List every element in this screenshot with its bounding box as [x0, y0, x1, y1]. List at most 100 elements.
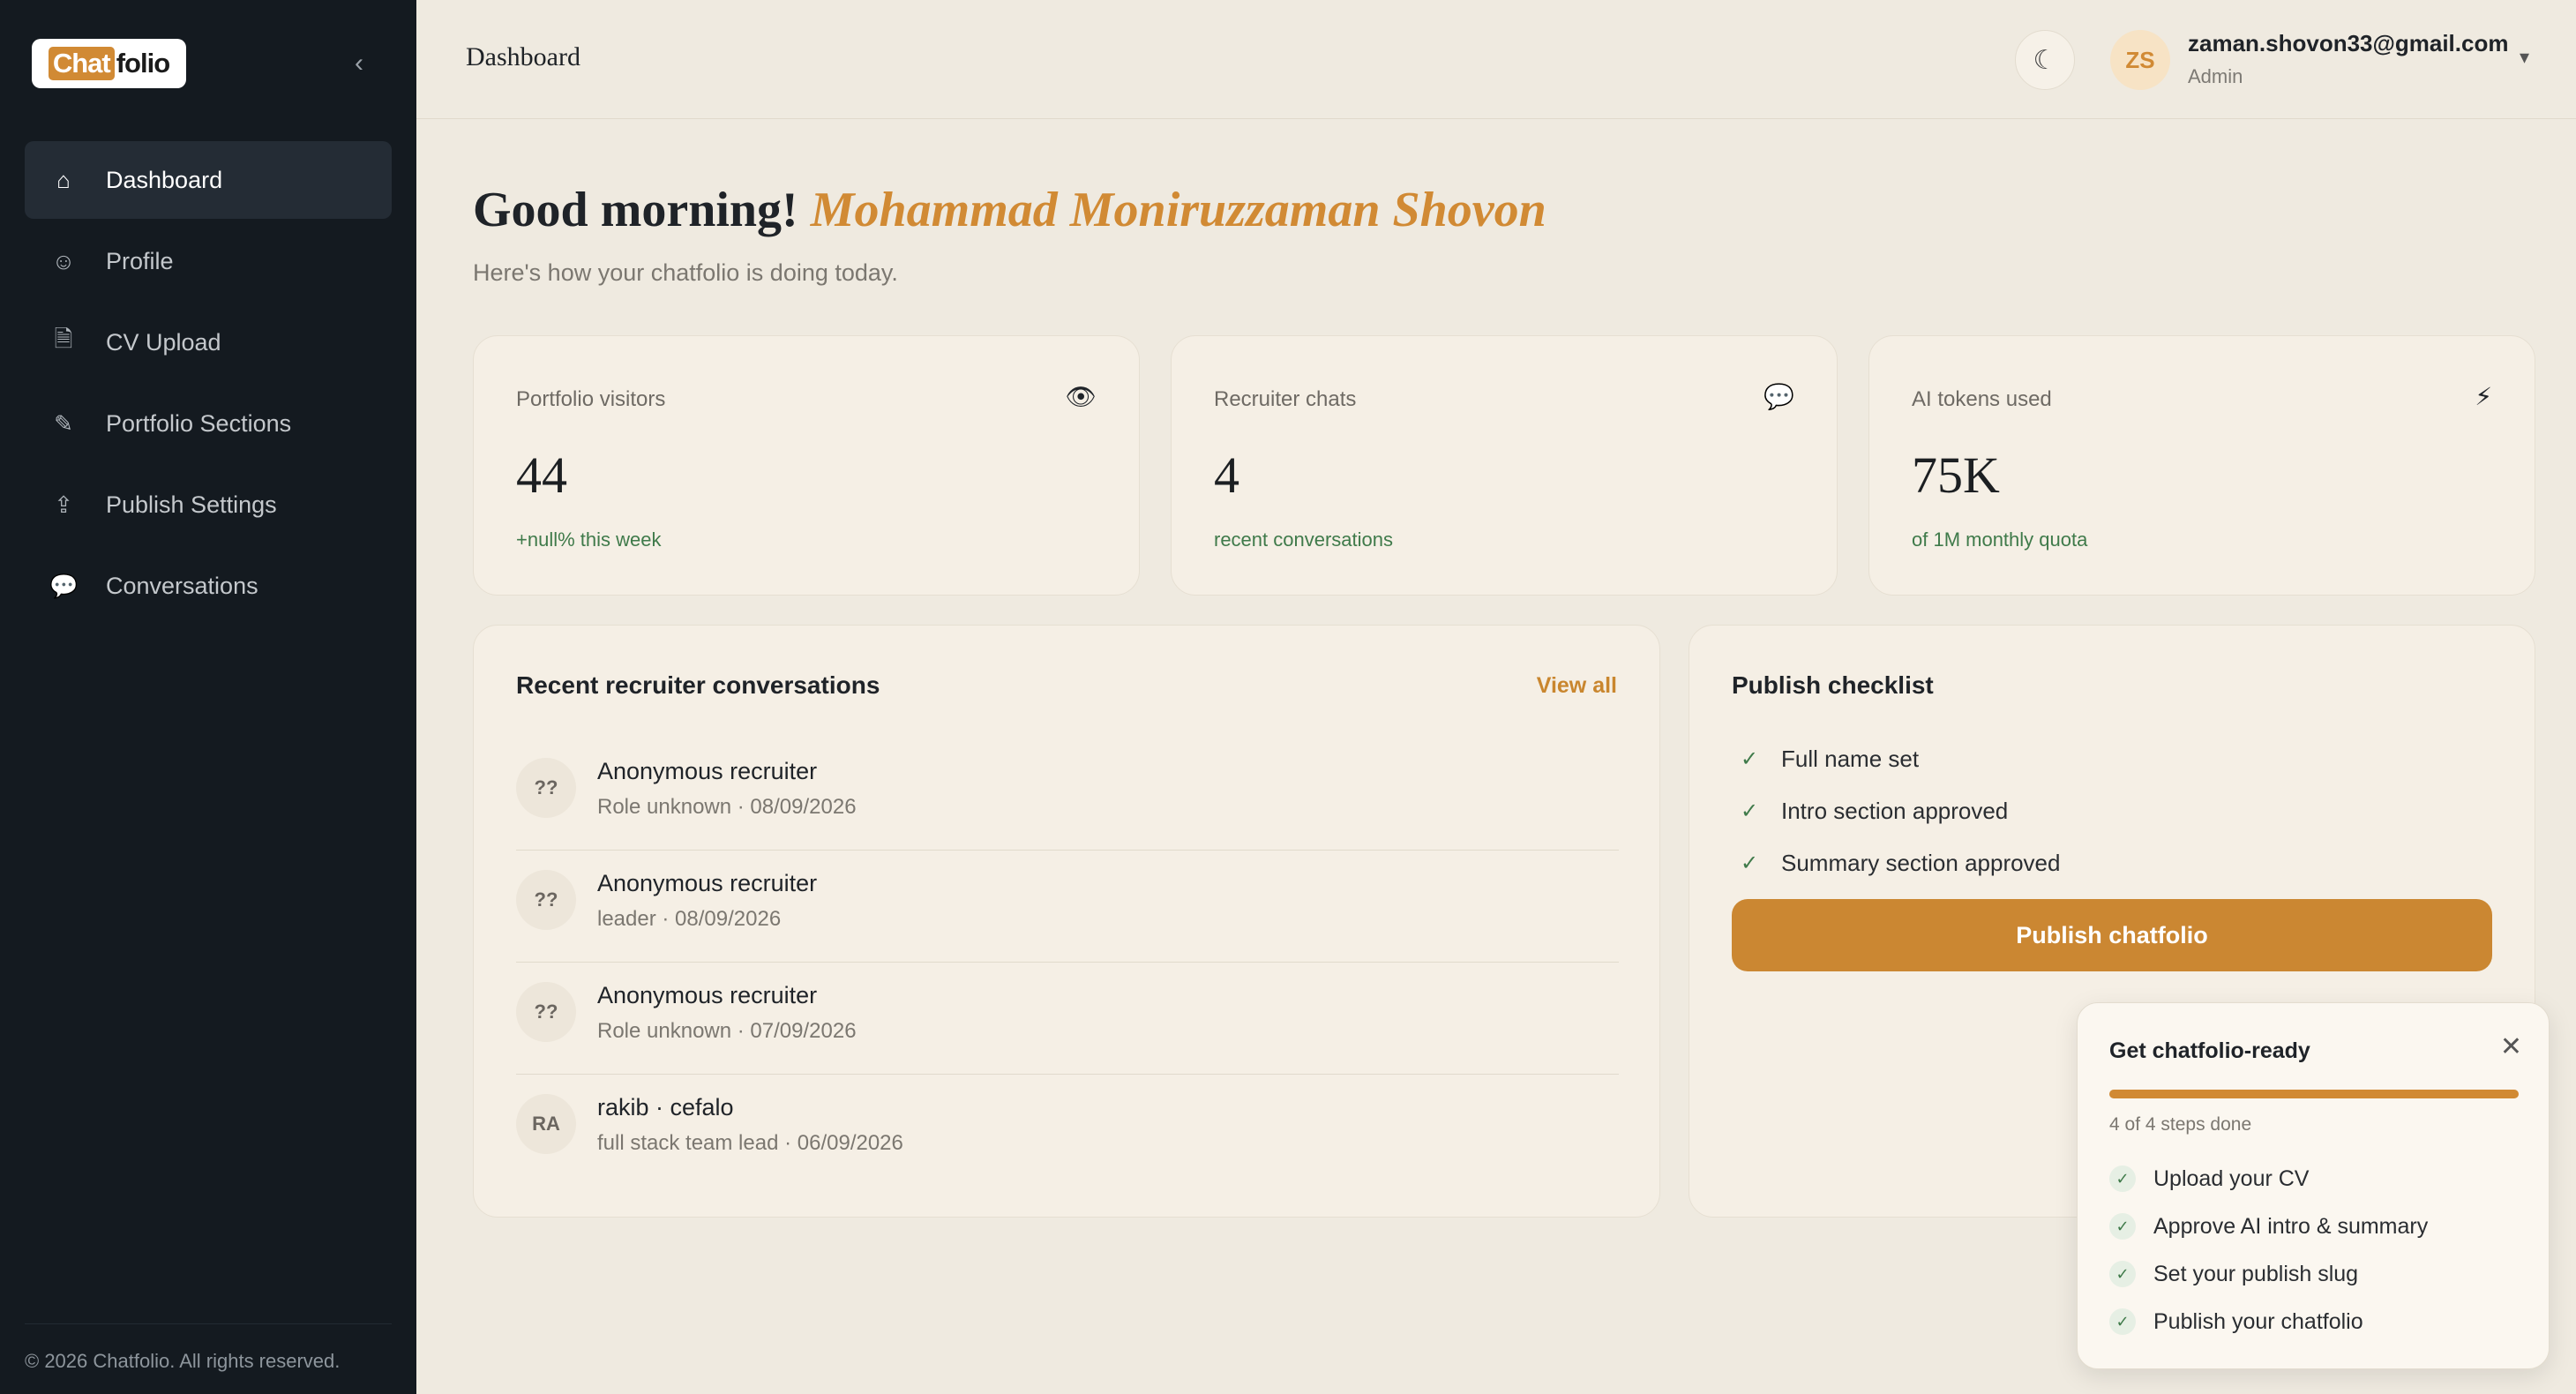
sidebar-item-profile[interactable]: ☺ Profile	[25, 222, 392, 300]
copyright-text: © 2026 Chatfolio. All rights reserved.	[25, 1350, 341, 1372]
check-icon: ✓	[2109, 1308, 2136, 1335]
list-item[interactable]: ?? Anonymous recruiter Role unknown · 07…	[516, 963, 1619, 1075]
stat-subtext: recent conversations	[1214, 528, 1393, 551]
eye-icon: 👁	[1065, 383, 1097, 410]
checklist-item: ✓ Summary section approved	[1732, 837, 2060, 889]
widget-title: Get chatfolio-ready	[2109, 1038, 2310, 1063]
sidebar-divider	[25, 1323, 392, 1324]
speech-bubble-icon: 💬	[49, 572, 79, 599]
sidebar-nav: ⌂ Dashboard ☺ Profile 🗎 CV Upload ✎ Port…	[25, 141, 392, 628]
stat-value: 4	[1214, 446, 1239, 504]
home-icon: ⌂	[56, 166, 71, 193]
check-icon: ✓	[2109, 1261, 2136, 1287]
sidebar-item-label: Conversations	[106, 572, 258, 599]
document-icon: 🗎	[54, 326, 73, 352]
smile-icon: ☺	[51, 247, 76, 274]
collapse-sidebar-button[interactable]: ‹	[344, 46, 374, 81]
speech-bubble-icon: 💬	[1764, 383, 1794, 410]
stat-label: AI tokens used	[1912, 387, 2052, 411]
list-item[interactable]: RA rakib · cefalo full stack team lead ·…	[516, 1075, 1619, 1187]
sidebar-item-conversations[interactable]: 💬 Conversations	[25, 547, 392, 625]
stat-subtext: +null% this week	[516, 528, 662, 551]
checklist-item: ✓ Full name set	[1732, 733, 2060, 785]
recent-conversations-card: Recent recruiter conversations View all …	[473, 625, 1660, 1218]
onboarding-widget: Get chatfolio-ready ✕ 4 of 4 steps done …	[2077, 1002, 2550, 1369]
onboarding-step-label: Approve AI intro & summary	[2153, 1213, 2429, 1239]
onboarding-step[interactable]: ✓ Upload your CV	[2109, 1155, 2428, 1203]
avatar: RA	[516, 1094, 576, 1154]
user-email[interactable]: zaman.shovon33@gmail.com	[2188, 30, 2508, 57]
logo-chat: Chat	[48, 47, 115, 80]
stat-label: Recruiter chats	[1214, 387, 1357, 411]
check-icon: ✓	[2109, 1213, 2136, 1240]
chevron-left-icon: ‹	[355, 49, 363, 78]
check-icon: ✓	[1741, 747, 1759, 771]
lightning-icon: ⚡	[2475, 383, 2492, 410]
onboarding-step[interactable]: ✓ Approve AI intro & summary	[2109, 1203, 2428, 1250]
conversation-meta: leader · 08/09/2026	[597, 907, 782, 931]
chatfolio-logo[interactable]: Chat folio	[32, 39, 186, 88]
sidebar-item-label: CV Upload	[106, 328, 221, 356]
checklist-item-label: Intro section approved	[1781, 798, 2009, 824]
stat-card-recruiter-chats: Recruiter chats 💬 4 recent conversations	[1171, 335, 1838, 596]
sidebar-item-label: Profile	[106, 247, 174, 274]
conversation-name: rakib · cefalo	[597, 1094, 734, 1120]
onboarding-step[interactable]: ✓ Publish your chatfolio	[2109, 1298, 2428, 1345]
checklist-item-label: Full name set	[1781, 746, 1920, 772]
conversation-list: ?? Anonymous recruiter Role unknown · 08…	[516, 738, 1619, 1187]
close-icon[interactable]: ✕	[2500, 1031, 2522, 1062]
user-avatar[interactable]: ZS	[2110, 30, 2170, 90]
greeting-heading: Good morning! Mohammad Moniruzzaman Shov…	[473, 182, 1546, 238]
stat-card-portfolio-visitors: Portfolio visitors 👁 44 +null% this week	[473, 335, 1140, 596]
avatar: ??	[516, 982, 576, 1042]
list-item[interactable]: ?? Anonymous recruiter Role unknown · 08…	[516, 738, 1619, 851]
sidebar-item-label: Publish Settings	[106, 491, 277, 518]
conversation-meta: Role unknown · 07/09/2026	[597, 1019, 857, 1043]
avatar: ??	[516, 758, 576, 818]
sidebar-item-publish-settings[interactable]: ⇪ Publish Settings	[25, 466, 392, 543]
chevron-down-icon[interactable]: ▾	[2520, 46, 2529, 69]
onboarding-step[interactable]: ✓ Set your publish slug	[2109, 1250, 2428, 1298]
sidebar-item-cv-upload[interactable]: 🗎 CV Upload	[25, 304, 392, 381]
conversation-meta: Role unknown · 08/09/2026	[597, 795, 857, 819]
progress-bar-fill	[2109, 1090, 2519, 1098]
progress-label: 4 of 4 steps done	[2109, 1114, 2252, 1135]
list-item[interactable]: ?? Anonymous recruiter leader · 08/09/20…	[516, 851, 1619, 963]
checklist-item: ✓ Intro section approved	[1732, 785, 2060, 837]
onboarding-step-label: Set your publish slug	[2153, 1261, 2359, 1286]
top-header: Dashboard ☾ ZS zaman.shovon33@gmail.com …	[416, 0, 2576, 119]
greeting-user-name: Mohammad Moniruzzaman Shovon	[810, 183, 1546, 237]
check-icon: ✓	[1741, 851, 1759, 875]
stat-label: Portfolio visitors	[516, 387, 666, 411]
stat-value: 75K	[1912, 446, 2000, 504]
stat-value: 44	[516, 446, 567, 504]
checklist-item-label: Summary section approved	[1781, 850, 2061, 876]
conversation-meta: full stack team lead · 06/09/2026	[597, 1131, 903, 1155]
progress-bar	[2109, 1090, 2519, 1098]
view-all-link[interactable]: View all	[1537, 673, 1617, 699]
avatar: ??	[516, 870, 576, 930]
conversation-name: Anonymous recruiter	[597, 870, 818, 896]
greeting-prefix: Good morning!	[473, 183, 798, 237]
upload-icon: ⇪	[54, 491, 73, 518]
moon-icon: ☾	[2033, 45, 2057, 75]
sidebar-item-label: Portfolio Sections	[106, 409, 292, 437]
check-icon: ✓	[2109, 1165, 2136, 1192]
stat-subtext: of 1M monthly quota	[1912, 528, 2088, 551]
sidebar: Chat folio ‹ ⌂ Dashboard ☺ Profile 🗎 CV U…	[0, 0, 416, 1394]
onboarding-step-label: Upload your CV	[2153, 1165, 2310, 1191]
logo-folio: folio	[116, 48, 170, 79]
check-icon: ✓	[1741, 799, 1759, 823]
sidebar-item-dashboard[interactable]: ⌂ Dashboard	[25, 141, 392, 219]
publish-chatfolio-button[interactable]: Publish chatfolio	[1732, 899, 2492, 971]
conversation-name: Anonymous recruiter	[597, 982, 818, 1008]
onboarding-step-label: Publish your chatfolio	[2153, 1308, 2363, 1334]
sidebar-item-portfolio-sections[interactable]: ✎ Portfolio Sections	[25, 385, 392, 462]
greeting-subtitle: Here's how your chatfolio is doing today…	[473, 259, 898, 286]
sidebar-item-label: Dashboard	[106, 166, 223, 193]
card-title: Recent recruiter conversations	[516, 671, 880, 699]
user-role: Admin	[2188, 65, 2243, 87]
theme-toggle-button[interactable]: ☾	[2015, 30, 2075, 90]
pencil-icon: ✎	[54, 409, 73, 437]
conversation-name: Anonymous recruiter	[597, 758, 818, 784]
